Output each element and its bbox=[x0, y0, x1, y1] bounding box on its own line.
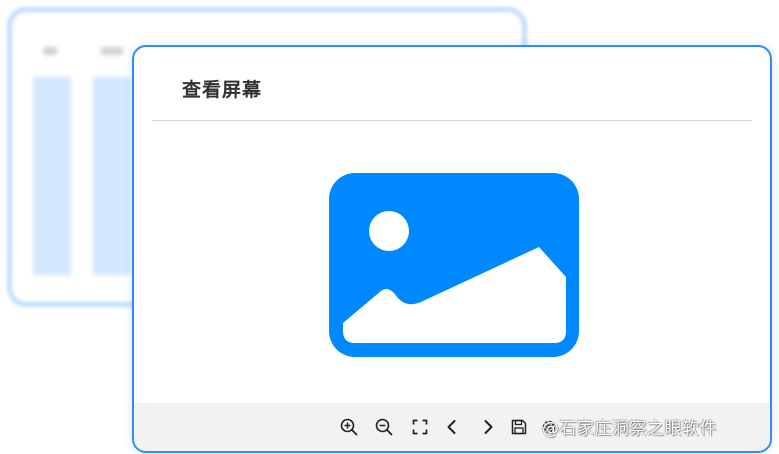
save-button[interactable] bbox=[508, 416, 530, 438]
image-placeholder-icon bbox=[329, 173, 579, 357]
next-button[interactable] bbox=[477, 416, 499, 438]
chevron-right-icon bbox=[481, 419, 495, 435]
chevron-left-icon bbox=[445, 419, 459, 435]
fullscreen-button[interactable] bbox=[409, 416, 431, 438]
zoom-out-button[interactable] bbox=[373, 416, 395, 438]
background-header-cell bbox=[101, 47, 123, 55]
title-divider bbox=[152, 120, 752, 121]
image-viewer-toolbar: @石家庄洞察之眼软件 bbox=[134, 403, 770, 451]
background-column bbox=[93, 77, 131, 275]
watermark: @石家庄洞察之眼软件 bbox=[542, 419, 717, 439]
zoom-in-icon bbox=[340, 418, 358, 436]
zoom-in-button[interactable] bbox=[338, 416, 360, 438]
dialog-title: 查看屏幕 bbox=[182, 79, 263, 101]
screen: 查看屏幕 @石家庄洞察之眼软件 bbox=[0, 0, 779, 454]
previous-button[interactable] bbox=[441, 416, 463, 438]
save-icon bbox=[511, 419, 527, 435]
fullscreen-icon bbox=[412, 419, 428, 435]
background-header-cell bbox=[43, 47, 57, 55]
background-column bbox=[33, 77, 71, 275]
view-screen-dialog: 查看屏幕 @石家庄洞察之眼软件 bbox=[132, 45, 772, 453]
zoom-out-icon bbox=[375, 418, 393, 436]
